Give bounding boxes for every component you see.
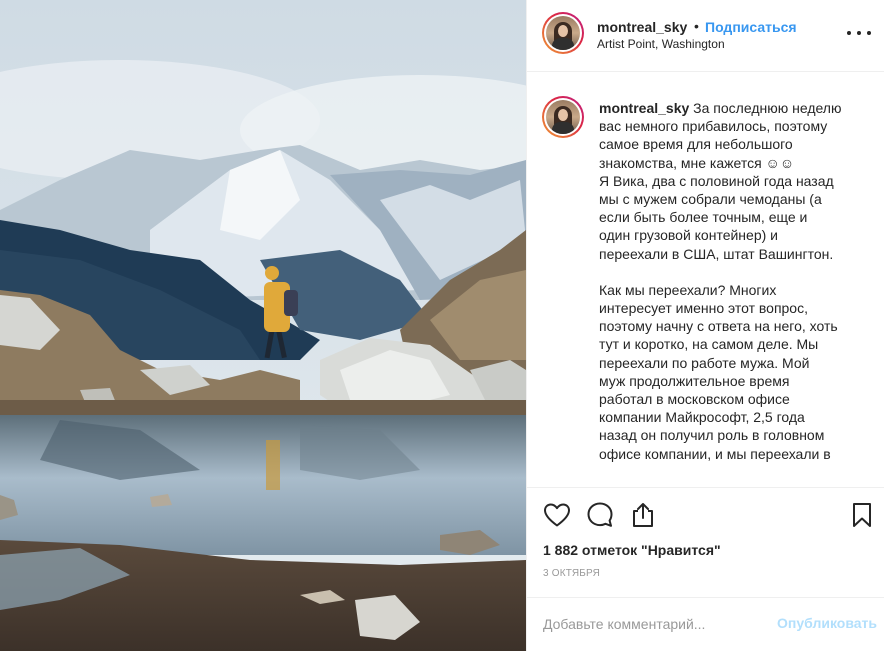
caption-line: переехали по работе мужа. Мой [599, 354, 810, 371]
caption-line: Я Вика, два с половиной года назад [599, 172, 834, 189]
caption-line: Как мы переехали? Многих [599, 281, 777, 298]
follow-button[interactable]: Подписаться [705, 19, 797, 35]
likes-count[interactable]: 1 882 отметок "Нравится" [543, 542, 721, 558]
comment-bar: Опубликовать [527, 597, 884, 651]
bookmark-icon[interactable] [847, 500, 877, 530]
post-side-panel: montreal_sky • Подписаться Artist Point,… [526, 0, 884, 651]
caption-line: вас немного прибавилось, поэтому [599, 118, 828, 135]
caption-text: montreal_sky За последнюю неделю вас нем… [599, 99, 871, 463]
post-header: montreal_sky • Подписаться Artist Point,… [527, 0, 884, 72]
caption-line: знакомства, мне кажется ☺☺ [599, 154, 795, 171]
caption-line: офисе компании, и мы переехали в [599, 445, 831, 462]
share-upload-icon[interactable] [628, 500, 658, 530]
post-dialog: montreal_sky • Подписаться Artist Point,… [0, 0, 884, 651]
comment-input[interactable] [543, 612, 763, 636]
photo-mountain-lake [0, 0, 526, 651]
caption-avatar[interactable] [542, 96, 584, 138]
post-date[interactable]: 3 октября [543, 568, 600, 579]
caption-line: тут и коротко, на самом деле. Мы [599, 336, 819, 353]
heart-outline-icon[interactable] [542, 500, 572, 530]
post-photo[interactable] [0, 0, 526, 651]
caption-line: поэтому начну с ответа на него, хоть [599, 318, 838, 335]
header-username[interactable]: montreal_sky [597, 19, 687, 35]
location-link[interactable]: Artist Point, Washington [597, 37, 725, 51]
caption-line: если быть более точным, еще и [599, 209, 808, 226]
caption-line: компании Майкрософт, 2,5 года [599, 409, 805, 426]
caption-line: назад он получил роль в головном [599, 427, 825, 444]
caption-line: переехали в США, штат Вашингтон. [599, 245, 834, 262]
caption-username[interactable]: montreal_sky [599, 100, 689, 116]
more-dots-icon[interactable] [847, 24, 871, 42]
caption-line: один грузовой контейнер) и [599, 227, 778, 244]
caption-line: муж продолжительное время [599, 372, 790, 389]
speech-bubble-icon[interactable] [585, 500, 615, 530]
avatar[interactable] [542, 12, 584, 54]
caption-line: интересует именно этот вопрос, [599, 300, 808, 317]
publish-button[interactable]: Опубликовать [777, 615, 877, 631]
header-separator: • [694, 18, 699, 34]
caption-area: montreal_sky За последнюю неделю вас нем… [527, 73, 884, 487]
caption-line: самое время для небольшого [599, 136, 793, 153]
caption-line: мы с мужем собрали чемоданы (а [599, 191, 822, 208]
caption-line: работал в московском офисе [599, 391, 790, 408]
post-actions: 1 882 отметок "Нравится" 3 октября [527, 487, 884, 597]
caption-line: За последнюю неделю [693, 100, 842, 116]
